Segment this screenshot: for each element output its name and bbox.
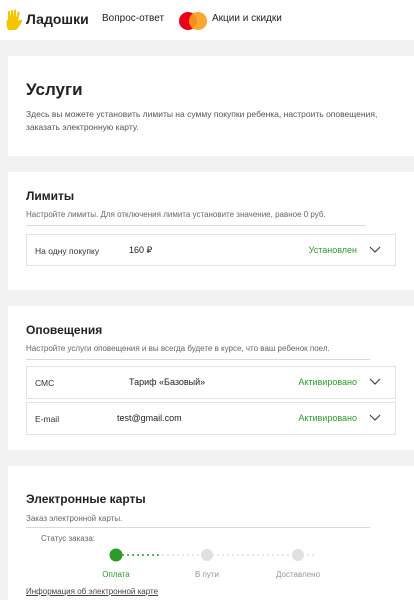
limit-row-value: 160 ₽ bbox=[129, 245, 153, 255]
electronic-cards-card: Электронные карты Заказ электронной карт… bbox=[8, 466, 414, 600]
notifications-description: Настройте услуги оповещения и вы всегда … bbox=[26, 344, 330, 353]
step-label-in-transit: В пути bbox=[194, 570, 220, 579]
notification-row-status: Активировано bbox=[298, 377, 357, 387]
limits-card: Лимиты Настройте лимиты. Для отключения … bbox=[8, 172, 414, 290]
services-description: Здесь вы можете установить лимиты на сум… bbox=[26, 109, 378, 132]
step-label-payment: Оплата bbox=[102, 570, 130, 579]
chevron-down-icon[interactable] bbox=[369, 414, 381, 422]
order-progress-track bbox=[109, 548, 314, 562]
chevron-down-icon[interactable] bbox=[369, 378, 381, 386]
limits-divider bbox=[26, 225, 366, 226]
notification-row-label: СМС bbox=[35, 378, 55, 388]
notifications-card: Оповещения Настройте услуги оповещения и… bbox=[8, 306, 414, 450]
hand-logo-icon[interactable] bbox=[4, 8, 24, 32]
page-title: Услуги bbox=[26, 80, 83, 99]
top-header: Ладошки Вопрос-ответ Акции и скидки bbox=[0, 0, 414, 40]
notification-row-value: Тариф «Базовый» bbox=[129, 377, 206, 387]
notifications-divider bbox=[26, 359, 370, 360]
notification-row-email[interactable]: E-mail test@gmail.com Активировано bbox=[26, 402, 396, 435]
step-dot-delivered bbox=[292, 549, 304, 561]
chevron-down-icon[interactable] bbox=[369, 246, 381, 254]
nav-promo-link[interactable]: Акции и скидки bbox=[212, 13, 282, 24]
limit-row-status: Установлен bbox=[308, 245, 357, 255]
limits-title: Лимиты bbox=[26, 189, 75, 203]
step-label-delivered: Доставлено bbox=[275, 570, 321, 579]
notification-row-status: Активировано bbox=[298, 413, 357, 423]
step-dot-in-transit bbox=[201, 549, 213, 561]
notification-row-label: E-mail bbox=[35, 414, 60, 424]
notification-row-value: test@gmail.com bbox=[117, 413, 182, 423]
limit-row-per-purchase[interactable]: На одну покупку 160 ₽ Установлен bbox=[26, 234, 396, 266]
notification-row-sms[interactable]: СМС Тариф «Базовый» Активировано bbox=[26, 366, 396, 399]
limits-description: Настройте лимиты. Для отключения лимита … bbox=[26, 210, 326, 219]
logo-text[interactable]: Ладошки bbox=[26, 11, 89, 27]
mastercard-icon bbox=[179, 12, 207, 30]
step-dot-payment bbox=[109, 548, 123, 562]
services-card: Услуги Здесь вы можете установить лимиты… bbox=[8, 56, 414, 156]
card-info-link[interactable]: Информация об электронной карте bbox=[26, 587, 158, 596]
nav-faq-link[interactable]: Вопрос-ответ bbox=[102, 13, 164, 24]
limit-row-label: На одну покупку bbox=[35, 246, 100, 256]
notifications-title: Оповещения bbox=[26, 323, 103, 337]
